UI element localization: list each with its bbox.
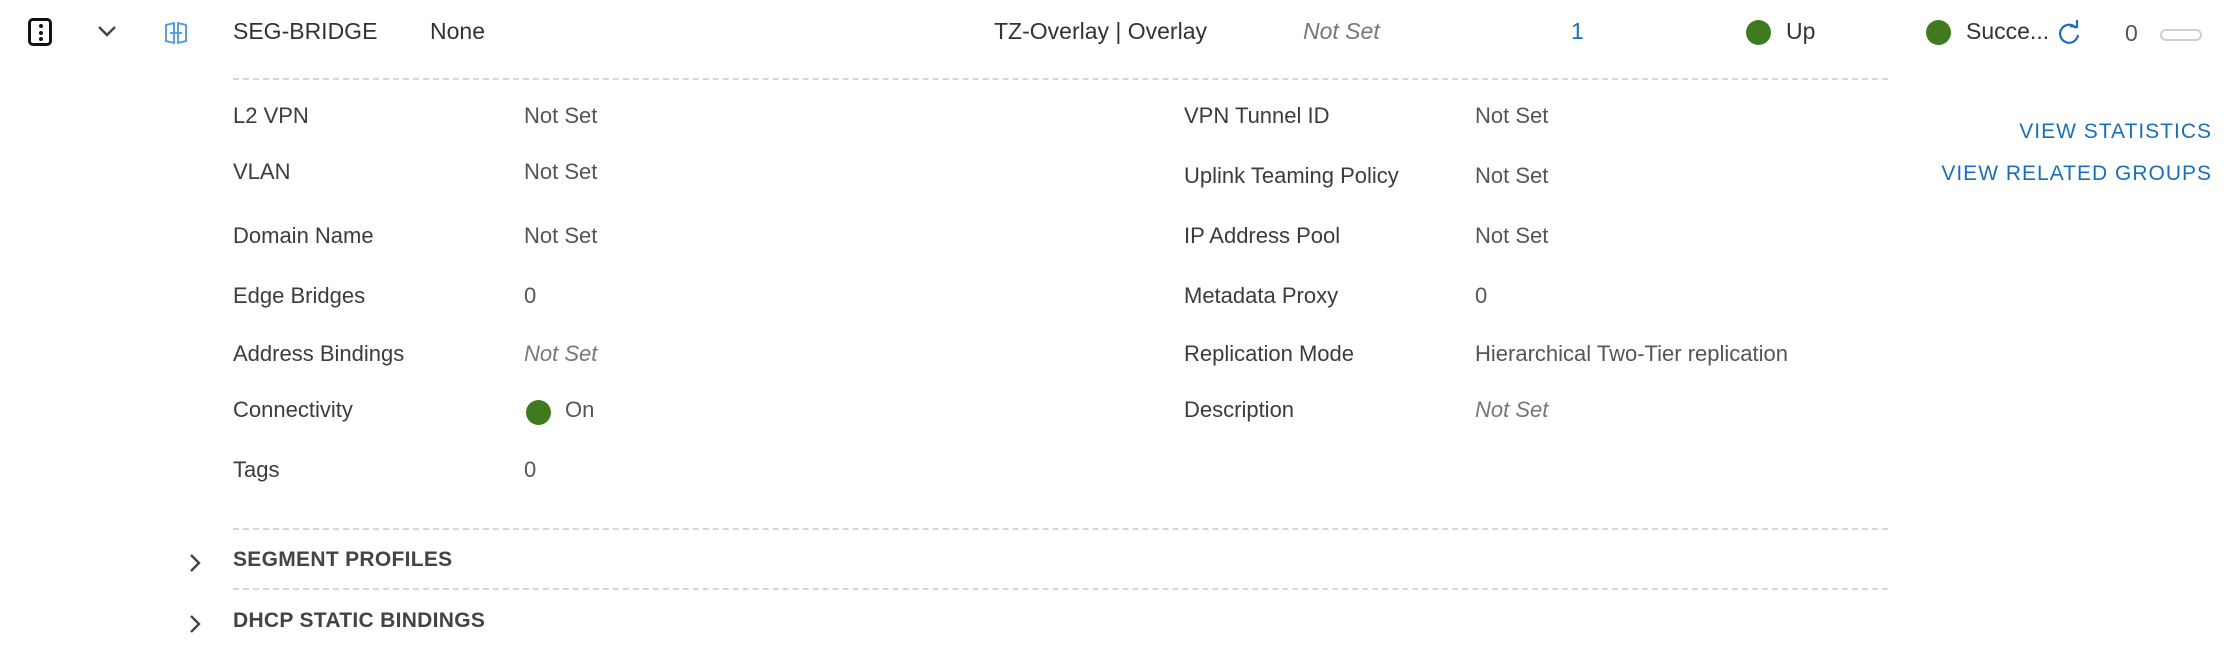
- tags-label: Tags: [233, 457, 280, 482]
- ip-address-pool-label: IP Address Pool: [1184, 223, 1341, 248]
- vlan-label: VLAN: [233, 159, 291, 184]
- dhcp-static-bindings-section[interactable]: DHCP STATIC BINDINGS: [180, 605, 1880, 635]
- alarms-count: 0: [2125, 20, 2138, 46]
- chevron-right-icon: [190, 615, 201, 633]
- segment-profiles-section[interactable]: SEGMENT PROFILES: [180, 544, 1880, 574]
- divider: [233, 78, 1888, 80]
- divider: [233, 528, 1888, 530]
- vlan-value: Not Set: [524, 159, 598, 184]
- subnets-value: Not Set: [1303, 18, 1380, 44]
- replication-mode-label: Replication Mode: [1184, 341, 1354, 366]
- connected-gateway: None: [430, 18, 485, 44]
- address-bindings-value: Not Set: [524, 341, 598, 366]
- ip-address-pool-value: Not Set: [1475, 223, 1549, 248]
- admin-status: Up: [1786, 18, 1816, 44]
- vpn-tunnel-id-label: VPN Tunnel ID: [1184, 103, 1330, 128]
- description-label: Description: [1184, 397, 1295, 422]
- tags-value: 0: [524, 457, 537, 482]
- chevron-down-icon[interactable]: [97, 24, 117, 38]
- transport-zone: TZ-Overlay | Overlay: [994, 18, 1207, 44]
- connectivity-value: On: [565, 397, 595, 422]
- dhcp-static-bindings-label: DHCP STATIC BINDINGS: [233, 609, 486, 632]
- uplink-teaming-policy-label: Uplink Teaming Policy: [1184, 163, 1399, 188]
- view-statistics-link[interactable]: VIEW STATISTICS: [2019, 118, 2212, 146]
- vpn-tunnel-id-value: Not Set: [1475, 103, 1549, 128]
- view-related-groups-link[interactable]: VIEW RELATED GROUPS: [1941, 160, 2212, 188]
- connectivity-label: Connectivity: [233, 397, 353, 422]
- segment-icon: [165, 21, 187, 45]
- replication-mode-value: Hierarchical Two-Tier replication: [1475, 341, 1788, 366]
- description-value: Not Set: [1475, 397, 1549, 422]
- row-actions-menu-button[interactable]: [28, 18, 52, 46]
- metadata-proxy-label: Metadata Proxy: [1184, 283, 1339, 308]
- domain-name-value: Not Set: [524, 223, 598, 248]
- segment-name: SEG-BRIDGE: [233, 18, 378, 44]
- ports-count-link[interactable]: 1: [1571, 16, 1584, 46]
- chevron-right-icon: [190, 554, 201, 572]
- l2-vpn-value: Not Set: [524, 103, 598, 128]
- alarms-toggle[interactable]: [2160, 29, 2202, 41]
- uplink-teaming-policy-value: Not Set: [1475, 163, 1549, 188]
- realized-status: Succe...: [1966, 18, 2050, 44]
- domain-name-label: Domain Name: [233, 223, 374, 248]
- admin-status-dot: [1746, 20, 1771, 45]
- address-bindings-label: Address Bindings: [233, 341, 405, 366]
- refresh-icon[interactable]: [2056, 20, 2082, 46]
- metadata-proxy-value: 0: [1475, 283, 1488, 308]
- divider: [233, 588, 1888, 590]
- realized-status-dot: [1926, 20, 1951, 45]
- segment-profiles-label: SEGMENT PROFILES: [233, 548, 453, 571]
- edge-bridges-value: 0: [524, 283, 537, 308]
- l2-vpn-label: L2 VPN: [233, 103, 309, 128]
- connectivity-status-dot: [526, 400, 551, 425]
- edge-bridges-label: Edge Bridges: [233, 283, 366, 308]
